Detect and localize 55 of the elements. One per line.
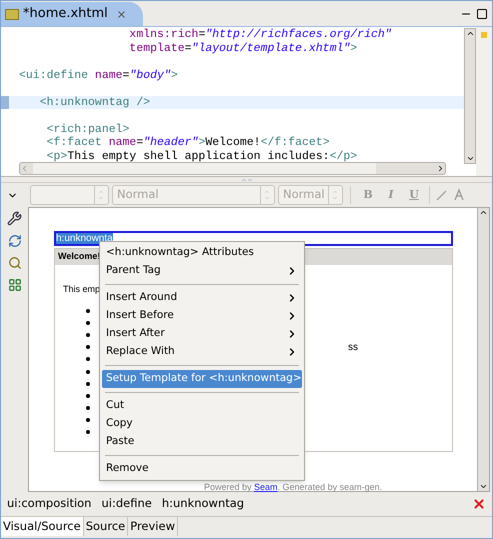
bullet-icon <box>86 332 90 337</box>
xhtml-file-icon <box>5 8 19 20</box>
vertical-scrollbar[interactable] <box>464 28 476 164</box>
breadcrumb-item[interactable]: ui:composition <box>7 495 92 513</box>
visual-vertical-scrollbar[interactable] <box>477 208 489 491</box>
code-line: <p>This empty shell application includes:</p> <box>46 150 358 162</box>
bullet-icon <box>86 370 90 374</box>
search-icon[interactable] <box>8 256 22 270</box>
code-line: <rich:panel> <box>46 122 130 136</box>
menu-item[interactable]: Paste <box>102 433 302 451</box>
code-line: <f:facet name="header">Welcome!</f:facet> <box>46 136 330 150</box>
menu-item[interactable]: Replace With <box>102 343 302 361</box>
bullet-icon <box>86 357 90 362</box>
editor-tab[interactable]: *home.xhtml <box>1 2 143 26</box>
tools-icon[interactable] <box>7 211 22 226</box>
scroll-down-icon[interactable] <box>466 154 474 163</box>
bottom-tab[interactable]: Source <box>84 517 128 536</box>
code-line: <h:unknowntag /> <box>38 96 150 109</box>
bullet-icon <box>86 308 90 313</box>
scroll-right-icon[interactable] <box>436 164 445 173</box>
bottom-tab[interactable]: Visual/Source <box>1 517 84 536</box>
bullet-icon <box>86 382 90 386</box>
bullet-icon <box>86 418 90 422</box>
menu-item[interactable]: Insert After <box>102 325 302 343</box>
bullet-icon <box>86 406 90 410</box>
seam-link[interactable]: Seam <box>254 482 278 492</box>
code-line: template="layout/template.xhtml"> <box>128 42 358 55</box>
menu-item[interactable]: Insert Before <box>102 307 302 325</box>
code-line: xmlns:rich="http://richfaces.org/rich" <box>128 28 392 42</box>
breadcrumb-item[interactable]: h:unknowntag <box>162 495 244 513</box>
code-line: <ui:define name="body"> <box>18 68 178 82</box>
bullet-icon <box>86 430 90 434</box>
menu-item[interactable]: Cut <box>102 397 302 415</box>
warning-marker-icon[interactable] <box>481 32 487 38</box>
refresh-icon[interactable] <box>8 234 22 248</box>
close-icon[interactable] <box>116 8 127 20</box>
menu-item[interactable]: Parent Tag <box>102 262 302 280</box>
font-color-icon[interactable] <box>452 188 466 202</box>
bullet-icon <box>86 394 90 398</box>
menu-item[interactable]: Copy <box>102 415 302 433</box>
horizontal-scrollbar[interactable] <box>19 162 446 175</box>
menu-item[interactable]: Setup Template for <h:unknowntag> <box>102 370 302 388</box>
bullet-icon <box>86 345 90 350</box>
scroll-down-icon[interactable] <box>479 482 488 491</box>
maximize-icon[interactable] <box>476 8 488 20</box>
breadcrumb-item[interactable]: ui:define <box>101 495 152 513</box>
close-icon[interactable] <box>472 497 486 511</box>
bottom-tab[interactable]: Preview <box>128 517 178 536</box>
layout-icon[interactable] <box>8 278 22 292</box>
footer-text: Powered by Seam. Generated by seam-gen. <box>204 482 382 493</box>
bullet-icon <box>86 320 90 325</box>
menu-item[interactable]: Remove <box>102 460 302 478</box>
scroll-up-icon[interactable] <box>479 208 488 217</box>
scroll-up-icon[interactable] <box>466 29 474 38</box>
menu-item[interactable]: Insert Around <box>102 289 302 307</box>
